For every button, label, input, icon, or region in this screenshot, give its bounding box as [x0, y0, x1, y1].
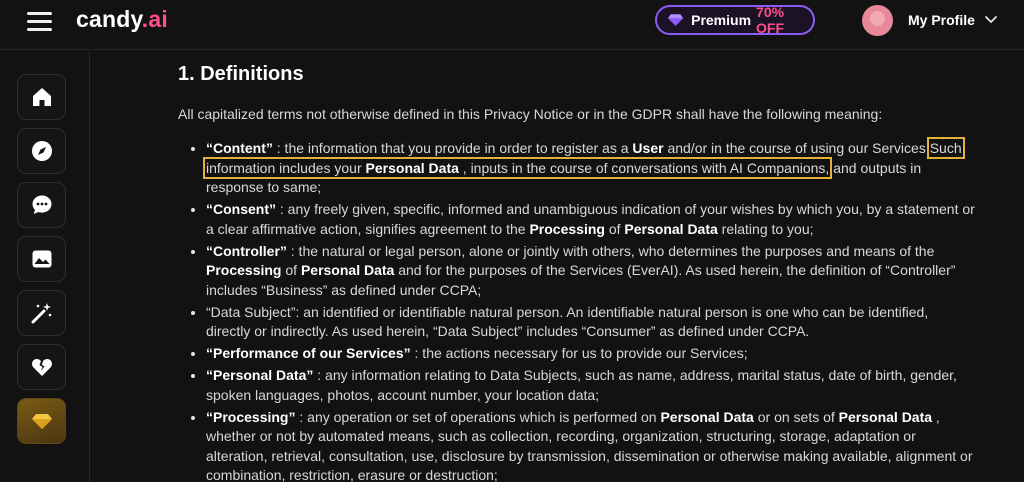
magic-wand-icon [31, 303, 51, 324]
sidebar-item-premium[interactable] [17, 398, 66, 444]
broken-heart-icon [31, 358, 52, 376]
intro-paragraph: All capitalized terms not otherwise defi… [178, 106, 883, 122]
definitions-list: “Content” : the information that you pro… [191, 137, 976, 482]
definition-performance: “Performance of our Services” : the acti… [191, 344, 976, 364]
gem-icon [667, 14, 684, 26]
hamburger-menu-icon[interactable] [27, 12, 52, 31]
definition-personal-data: “Personal Data” : any information relati… [191, 366, 976, 405]
home-icon [32, 88, 51, 106]
diamond-icon [31, 414, 52, 429]
avatar [862, 4, 893, 36]
logo-suffix: .ai [141, 6, 168, 32]
premium-button[interactable]: Premium 70% OFF [655, 4, 815, 36]
profile-menu[interactable]: My Profile [862, 4, 997, 36]
premium-discount: 70% OFF [756, 4, 785, 36]
privacy-notice-content: 1. Definitions All capitalized terms not… [91, 51, 1024, 482]
logo-name: candy [76, 6, 142, 32]
top-bar: candy.ai Premium 70% OFF My Profile [0, 0, 1024, 50]
definition-data-subject: “Data Subject”: an identified or identif… [191, 303, 976, 342]
definition-controller: “Controller” : the natural or legal pers… [191, 242, 976, 301]
definition-processing: “Processing” : any operation or set of o… [191, 408, 976, 482]
sidebar-item-generate[interactable] [17, 290, 66, 336]
sidebar-item-gallery[interactable] [17, 236, 66, 282]
sidebar-item-chat[interactable] [17, 182, 66, 228]
chevron-down-icon [985, 16, 997, 24]
sidebar [0, 51, 90, 482]
premium-label: Premium [691, 12, 752, 28]
sidebar-item-home[interactable] [17, 74, 66, 120]
definition-content: “Content” : the information that you pro… [191, 137, 976, 198]
definition-consent: “Consent” : any freely given, specific, … [191, 200, 976, 239]
profile-label: My Profile [908, 12, 975, 28]
compass-icon [31, 141, 52, 161]
logo[interactable]: candy.ai [76, 6, 168, 33]
sidebar-item-explore[interactable] [17, 128, 66, 174]
chat-icon [32, 195, 51, 214]
section-heading: 1. Definitions [178, 63, 304, 85]
sidebar-item-companions[interactable] [17, 344, 66, 390]
gallery-icon [32, 250, 51, 268]
